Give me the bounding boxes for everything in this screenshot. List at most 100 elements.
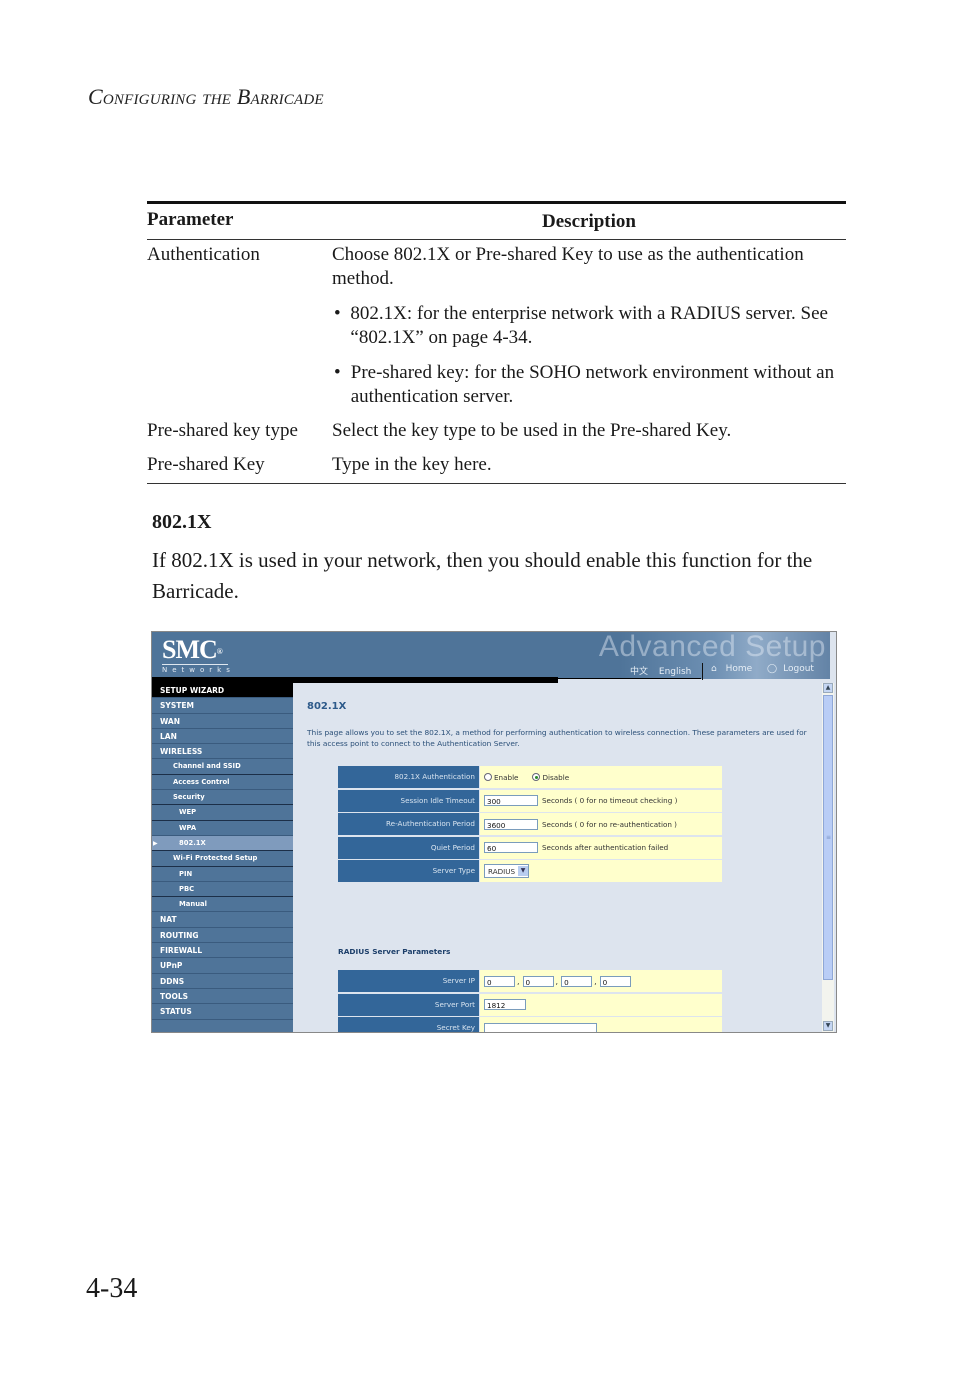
bullet-text: Pre-shared key: for the SOHO network env…	[350, 362, 835, 407]
form-row: Session Idle Timeout 300 Seconds ( 0 for…	[338, 789, 722, 812]
param-description: Select the key type to be used in the Pr…	[332, 420, 732, 441]
form-row: Secret Key	[338, 1017, 722, 1032]
ip-separator: ,	[517, 976, 520, 986]
sidebar-item-manual[interactable]: Manual	[152, 897, 293, 913]
sidebar-item-setup-wizard[interactable]: SETUP WIZARD	[152, 683, 293, 699]
parameter-table: Parameter Description Authentication Cho…	[147, 201, 846, 484]
server-ip-octet-3[interactable]: 0	[561, 975, 593, 987]
idle-timeout-input[interactable]: 300	[484, 795, 538, 806]
sidebar-item-label: 802.1X	[179, 838, 206, 847]
ip-separator: ,	[555, 976, 559, 986]
reauth-period-input[interactable]: 3600	[484, 818, 538, 830]
sidebar-item-wan[interactable]: WAN	[152, 714, 293, 729]
reauth-period-label: Re-Authentication Period	[338, 813, 479, 835]
table-row: Pre-shared key type Select the key type …	[147, 409, 846, 443]
form-row: 802.1X Authentication Enable Disable	[338, 766, 722, 788]
sidebar-item-wps[interactable]: Wi-Fi Protected Setup	[152, 851, 293, 867]
content-description: This page allows you to set the 802.1X, …	[307, 728, 807, 748]
scroll-thumb[interactable]: ≡	[823, 695, 833, 980]
top-nav: ⌂ Home ◯ Logout	[702, 663, 826, 680]
param-description: Type in the key here.	[332, 454, 492, 475]
chevron-down-icon[interactable]: ▼	[518, 866, 529, 876]
router-screenshot: Advanced Setup SMC® Networks 中文 English …	[151, 631, 837, 1033]
secret-key-input[interactable]	[484, 1022, 597, 1032]
sidebar-item-channel-ssid[interactable]: Channel and SSID	[152, 759, 293, 775]
quiet-period-hint: Seconds after authentication failed	[542, 843, 669, 852]
quiet-period-label: Quiet Period	[338, 836, 479, 859]
table-header: Parameter Description	[147, 204, 846, 240]
vertical-scrollbar[interactable]: ▲ ≡ ▼	[822, 683, 834, 1032]
sidebar-item-wpa[interactable]: WPA	[152, 821, 293, 836]
sidebar-item-system[interactable]: SYSTEM	[152, 698, 293, 714]
server-port-label: Server Port	[338, 993, 479, 1016]
server-port-input[interactable]: 1812	[484, 999, 526, 1010]
server-ip-octet-4[interactable]: 0	[599, 975, 631, 987]
home-link[interactable]: ⌂ Home	[711, 664, 758, 674]
auth-form: 802.1X Authentication Enable Disable Ses…	[338, 766, 722, 884]
server-type-label: Server Type	[338, 860, 479, 882]
param-name: Authentication	[147, 244, 260, 265]
auth-disable-radio[interactable]	[532, 773, 541, 781]
house-icon: ⌂	[711, 664, 717, 674]
grip-icon: ≡	[826, 834, 832, 841]
content-panel: 802.1X This page allows you to set the 8…	[293, 683, 822, 1032]
sidebar-item-access-control[interactable]: Access Control	[152, 775, 293, 791]
auth-enable-radio[interactable]	[484, 773, 492, 781]
scroll-up-icon[interactable]: ▲	[823, 683, 833, 693]
sidebar-item-nat[interactable]: NAT	[152, 912, 293, 928]
lang-english-link[interactable]: English	[659, 667, 692, 677]
content-title: 802.1X	[307, 701, 347, 712]
sidebar-item-pin[interactable]: PIN	[152, 867, 293, 882]
header-description: Description	[542, 211, 636, 232]
smc-logo: SMC® Networks	[162, 635, 235, 674]
radius-form: Server IP 0, 0, 0, 0 Server Port 1812 Se…	[338, 970, 722, 1032]
table-bottom-rule	[147, 483, 846, 484]
server-ip-octet-1[interactable]: 0	[484, 975, 515, 987]
auth-disable-label: Disable	[542, 772, 570, 782]
idle-timeout-label: Session Idle Timeout	[338, 789, 479, 812]
sidebar-item-upnp[interactable]: UPnP	[152, 958, 293, 974]
page-number: 4-34	[86, 1273, 138, 1304]
param-name: Pre-shared Key	[147, 454, 265, 475]
form-row: Server Type RADIUS ▼	[338, 860, 722, 882]
sidebar-item-tools[interactable]: TOOLS	[152, 989, 293, 1005]
server-ip-label: Server IP	[338, 970, 479, 992]
lang-chinese-link[interactable]: 中文	[630, 667, 648, 677]
table-row: Pre-shared Key Type in the key here.	[147, 443, 846, 483]
header-parameter: Parameter	[147, 209, 234, 230]
logo-sub: Networks	[162, 664, 235, 674]
server-ip-octet-2[interactable]: 0	[522, 975, 554, 987]
section-body: If 802.1X is used in your network, then …	[152, 548, 813, 603]
sidebar-item-security[interactable]: Security	[152, 790, 293, 806]
sidebar-item-wireless[interactable]: WIRELESS	[152, 744, 293, 760]
form-row: Quiet Period 60 Seconds after authentica…	[338, 836, 722, 859]
table-row: Authentication Choose 802.1X or Pre-shar…	[147, 240, 846, 409]
sidebar-item-routing[interactable]: ROUTING	[152, 928, 293, 944]
logo-brand: SMC	[162, 635, 218, 664]
server-type-select[interactable]: RADIUS ▼	[484, 864, 530, 878]
home-label: Home	[725, 664, 753, 674]
sidebar-item-status[interactable]: STATUS	[152, 1004, 293, 1020]
sidebar-item-ddns[interactable]: DDNS	[152, 974, 293, 989]
sidebar-item-firewall[interactable]: FIREWALL	[152, 943, 293, 959]
current-arrow-icon: ▶	[153, 839, 158, 847]
quiet-period-input[interactable]: 60	[484, 842, 538, 853]
form-row: Server IP 0, 0, 0, 0	[338, 970, 722, 992]
banner: Advanced Setup SMC® Networks 中文 English …	[152, 631, 830, 680]
auth-label: 802.1X Authentication	[338, 766, 479, 788]
form-row: Re-Authentication Period 3600 Seconds ( …	[338, 813, 722, 835]
banner-title: Advanced Setup	[598, 631, 826, 663]
param-description: Choose 802.1X or Pre-shared Key to use a…	[332, 244, 804, 289]
logout-link[interactable]: ◯ Logout	[767, 664, 820, 674]
sidebar-item-lan[interactable]: LAN	[152, 729, 293, 745]
bullet-item: • Pre-shared key: for the SOHO network e…	[332, 361, 846, 409]
auth-enable-label: Enable	[494, 772, 519, 782]
sidebar-item-8021x[interactable]: ▶ 802.1X	[152, 835, 293, 852]
logout-label: Logout	[783, 664, 814, 674]
header-divider-line	[558, 678, 701, 679]
language-links: 中文 English	[630, 664, 699, 677]
scroll-down-icon[interactable]: ▼	[823, 1021, 833, 1031]
ip-separator: ,	[594, 976, 597, 986]
sidebar-item-wep[interactable]: WEP	[152, 805, 293, 821]
sidebar-item-pbc[interactable]: PBC	[152, 882, 293, 898]
